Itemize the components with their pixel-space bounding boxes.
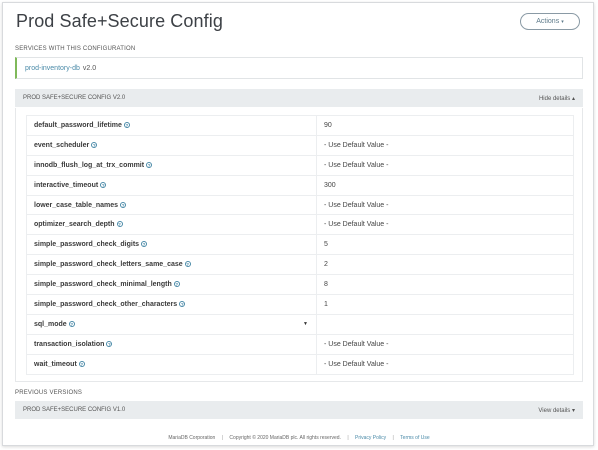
config-value: 8: [316, 274, 574, 296]
config-param-cell: simple_password_check_other_characters?: [26, 294, 317, 315]
previous-version-header: PROD SAFE+SECURE CONFIG V1.0 View detail…: [15, 401, 583, 419]
config-row: wait_timeout? - Use Default Value -: [26, 353, 574, 375]
config-value: 300: [316, 174, 574, 196]
config-row: simple_password_check_digits? 5: [26, 234, 574, 256]
current-config-header: PROD SAFE+SECURE CONFIG V2.0 Hide detail…: [15, 89, 583, 107]
services-section-label: SERVICES WITH THIS CONFIGURATION: [15, 46, 136, 52]
service-link[interactable]: prod-inventory-db: [25, 65, 80, 72]
config-value: - Use Default Value -: [316, 214, 574, 236]
footer-separator: |: [347, 435, 349, 441]
previous-versions-label: PREVIOUS VERSIONS: [15, 390, 83, 396]
config-param-name: transaction_isolation: [34, 340, 105, 348]
config-row: simple_password_check_letters_same_case?…: [26, 254, 574, 276]
service-version: v2.0: [82, 64, 97, 72]
help-icon[interactable]: ?: [179, 300, 186, 307]
config-param-name: wait_timeout: [34, 360, 77, 368]
previous-version-title: PROD SAFE+SECURE CONFIG V1.0: [23, 407, 126, 413]
config-param-cell: simple_password_check_minimal_length?: [26, 274, 317, 296]
config-param-cell: event_scheduler?: [26, 134, 317, 156]
current-config-body: default_password_lifetime? 90 event_schedu…: [15, 108, 583, 382]
hide-details-toggle[interactable]: Hide details ▴: [539, 95, 575, 102]
config-param-name: simple_password_check_letters_same_case: [34, 261, 183, 269]
help-icon[interactable]: ?: [123, 121, 130, 128]
config-row: transaction_isolation? - Use Default Valu…: [26, 333, 574, 355]
config-row: simple_password_check_minimal_length? 8: [26, 274, 574, 296]
view-details-toggle[interactable]: View details ▾: [538, 407, 575, 414]
config-table: default_password_lifetime? 90 event_schedu…: [26, 115, 574, 375]
help-icon[interactable]: ?: [146, 161, 153, 168]
config-param-name: sql_mode: [34, 320, 67, 328]
help-icon[interactable]: ?: [173, 281, 180, 288]
config-param-cell: simple_password_check_letters_same_case?: [26, 254, 317, 276]
config-param-name: optimizer_search_depth: [34, 221, 115, 229]
config-param-name: simple_password_check_digits: [34, 241, 140, 249]
config-row: lower_case_table_names? - Use Default Val…: [26, 194, 574, 216]
config-value: - Use Default Value -: [316, 194, 574, 216]
config-value: - Use Default Value -: [316, 134, 574, 156]
caret-down-icon: ▾: [571, 407, 575, 414]
actions-label: Actions: [536, 18, 560, 25]
config-param-cell: default_password_lifetime?: [26, 115, 317, 136]
config-param-name: default_password_lifetime: [34, 121, 122, 129]
footer: MariaDB Corporation | Copyright © 2020 M…: [3, 435, 595, 441]
config-param-name: simple_password_check_minimal_length: [34, 281, 172, 289]
config-value: - Use Default Value -: [316, 333, 574, 355]
terms-of-use-link[interactable]: Terms of Use: [400, 435, 429, 441]
config-param-name: innodb_flush_log_at_trx_commit: [34, 161, 145, 169]
hide-details-label: Hide details: [538, 95, 571, 102]
config-param-name: event_scheduler: [34, 141, 90, 149]
view-details-label: View details: [538, 407, 571, 414]
config-row: innodb_flush_log_at_trx_commit? - Use Def…: [26, 154, 574, 176]
caret-up-icon: ▴: [571, 95, 575, 102]
config-row: interactive_timeout? 300: [26, 174, 574, 196]
current-config-title: PROD SAFE+SECURE CONFIG V2.0: [23, 95, 126, 101]
help-icon[interactable]: ?: [141, 241, 148, 248]
config-param-cell: wait_timeout?: [26, 353, 317, 375]
service-item: prod-inventory-db v2.0: [15, 57, 583, 79]
help-icon[interactable]: ?: [91, 141, 98, 148]
config-row: event_scheduler? - Use Default Value -: [26, 134, 574, 156]
config-value: 2: [316, 254, 574, 276]
config-param-cell: lower_case_table_names?: [26, 194, 317, 216]
privacy-policy-link[interactable]: Privacy Policy: [355, 435, 386, 441]
config-param-cell: optimizer_search_depth?: [26, 214, 317, 236]
help-icon[interactable]: ?: [184, 261, 191, 268]
config-value: 1: [316, 294, 574, 315]
config-param-cell: sql_mode? ▼: [26, 313, 317, 335]
config-value: - Use Default Value -: [316, 154, 574, 176]
config-row: default_password_lifetime? 90: [26, 115, 574, 136]
actions-button[interactable]: Actions ▾: [520, 13, 580, 30]
config-value: 90: [316, 115, 574, 136]
config-param-cell: transaction_isolation?: [26, 333, 317, 355]
help-icon[interactable]: ?: [68, 320, 75, 327]
page-title: Prod Safe+Secure Config: [16, 11, 223, 31]
config-param-cell: innodb_flush_log_at_trx_commit?: [26, 154, 317, 176]
help-icon[interactable]: ?: [120, 201, 127, 208]
footer-separator: |: [221, 435, 224, 441]
help-icon[interactable]: ?: [78, 360, 85, 367]
config-param-cell: interactive_timeout?: [26, 174, 317, 196]
config-value: 5: [316, 234, 574, 256]
config-value: [316, 313, 574, 335]
footer-separator: |: [392, 435, 394, 441]
expand-caret-icon[interactable]: ▼: [303, 321, 308, 327]
config-row: sql_mode? ▼: [26, 313, 574, 335]
help-icon[interactable]: ?: [116, 221, 123, 228]
main-window: Prod Safe+Secure Config Actions ▾ SERVIC…: [2, 2, 594, 446]
help-icon[interactable]: ?: [100, 181, 107, 188]
footer-copyright: Copyright © 2020 MariaDB plc. All rights…: [229, 435, 341, 441]
config-param-name: interactive_timeout: [34, 181, 99, 189]
config-row: optimizer_search_depth? - Use Default Val…: [26, 214, 574, 236]
config-row: simple_password_check_other_characters? 1: [26, 294, 574, 315]
help-icon[interactable]: ?: [106, 340, 113, 347]
config-param-name: simple_password_check_other_characters: [34, 300, 178, 308]
config-value: - Use Default Value -: [316, 353, 574, 375]
footer-company: MariaDB Corporation: [168, 435, 216, 441]
caret-down-icon: ▾: [561, 18, 564, 25]
config-param-cell: simple_password_check_digits?: [26, 234, 317, 256]
config-param-name: lower_case_table_names: [34, 201, 119, 209]
